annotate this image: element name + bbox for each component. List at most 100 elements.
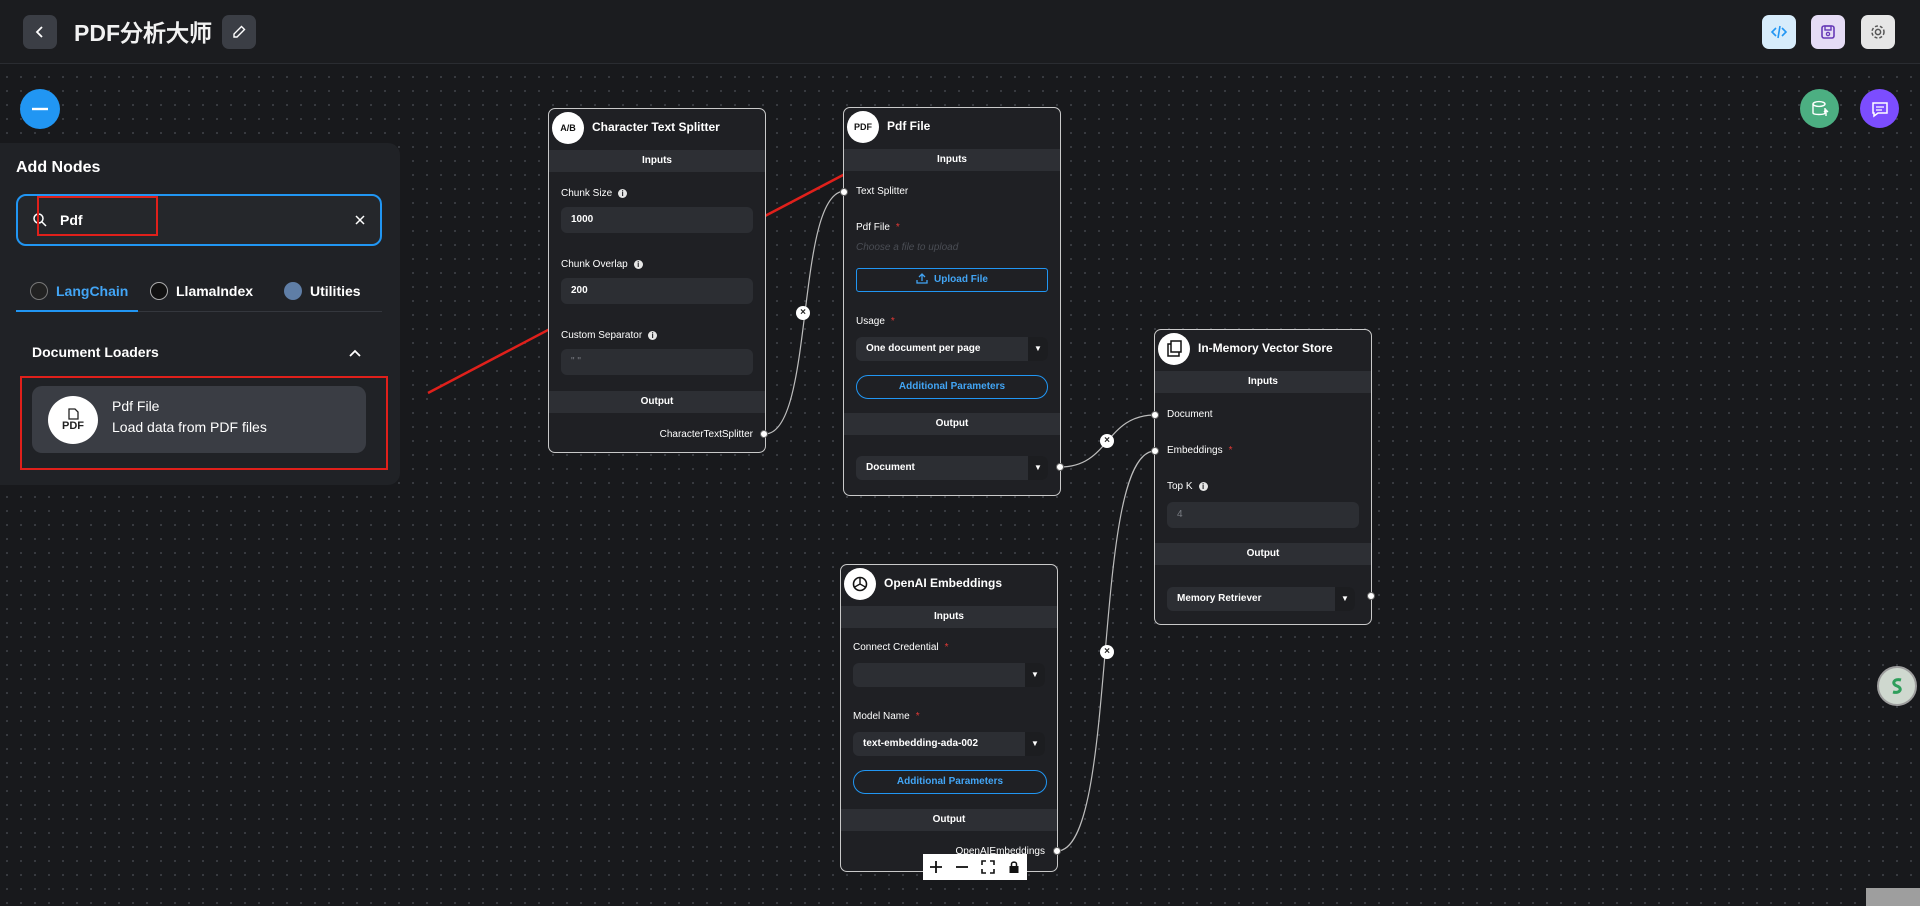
usage-select[interactable]: One document per page ▼ [856, 337, 1048, 361]
chat-button[interactable] [1860, 89, 1899, 128]
top-k-label: Top Ki [1167, 481, 1208, 492]
info-icon: i [618, 189, 628, 198]
inputs-header: Inputs [844, 149, 1060, 171]
output-header: Output [844, 413, 1060, 435]
pdf-file-placeholder: Choose a file to upload [856, 242, 959, 253]
credential-select[interactable]: ▼ [853, 663, 1045, 687]
delete-edge-button[interactable]: × [1100, 434, 1114, 448]
utilities-icon [284, 282, 302, 300]
custom-separator-input[interactable]: " " [561, 349, 753, 375]
pdf-file-label: Pdf File * [856, 222, 900, 233]
dropdown-icon: ▼ [1028, 456, 1048, 480]
tab-utilities-label: Utilities [310, 283, 361, 299]
dropdown-icon: ▼ [1028, 337, 1048, 361]
ab-split-icon: A/B [552, 112, 584, 144]
tab-langchain[interactable]: LangChain [30, 276, 128, 306]
node-pdf-file[interactable]: PDF Pdf File Inputs Text Splitter Pdf Fi… [843, 107, 1061, 496]
save-icon [1821, 25, 1835, 39]
delete-edge-button[interactable]: × [796, 306, 810, 320]
model-name-label: Model Name * [853, 711, 920, 722]
chunk-size-label: Chunk Size i [561, 188, 628, 199]
top-k-input[interactable]: 4 [1167, 502, 1359, 528]
node-title: Pdf File [887, 119, 931, 133]
back-button[interactable] [23, 15, 57, 49]
chunk-overlap-label: Chunk Overlap i [561, 259, 643, 270]
text-splitter-handle[interactable] [840, 188, 848, 196]
tab-langchain-label: LangChain [56, 283, 129, 299]
output-handle[interactable] [1056, 463, 1064, 471]
output-handle[interactable] [1367, 592, 1375, 600]
connect-credential-label: Connect Credential * [853, 642, 949, 653]
langchain-icon [30, 282, 48, 300]
highlight-search-box [37, 196, 158, 236]
chunk-size-input[interactable]: 1000 [561, 207, 753, 233]
dropdown-icon: ▼ [1335, 587, 1355, 611]
collapse-add-nodes-button[interactable] [20, 89, 60, 129]
output-header: Output [1155, 543, 1371, 565]
tab-utilities[interactable]: Utilities [284, 276, 361, 306]
zoom-in-icon[interactable] [929, 860, 943, 874]
output-header: Output [841, 809, 1057, 831]
floating-helper-icon[interactable] [1877, 666, 1917, 706]
lock-icon[interactable] [1007, 860, 1021, 874]
upload-file-button[interactable]: Upload File [856, 268, 1048, 292]
add-nodes-title: Add Nodes [16, 159, 101, 176]
node-title: OpenAI Embeddings [884, 576, 1003, 590]
top-header: PDF分析大师 [0, 0, 1920, 64]
llama-icon [150, 282, 168, 300]
node-openai-embeddings[interactable]: OpenAI Embeddings Inputs Connect Credent… [840, 564, 1058, 872]
inputs-header: Inputs [841, 606, 1057, 628]
chunk-overlap-input[interactable]: 200 [561, 278, 753, 304]
clear-search-icon[interactable] [354, 214, 366, 226]
delete-edge-button[interactable]: × [1100, 645, 1114, 659]
embeddings-label: Embeddings * [1167, 445, 1233, 456]
info-icon: i [648, 331, 658, 340]
chat-icon [1871, 101, 1888, 117]
database-upload-icon [1811, 100, 1828, 116]
edit-title-button[interactable] [222, 15, 256, 49]
output-select[interactable]: Memory Retriever ▼ [1167, 587, 1355, 611]
output-header: Output [549, 391, 765, 413]
embeddings-handle[interactable] [1151, 447, 1159, 455]
output-handle[interactable] [1053, 847, 1061, 855]
node-in-memory-vector-store[interactable]: In-Memory Vector Store Inputs Document E… [1154, 329, 1372, 625]
model-name-select[interactable]: text-embedding-ada-002 ▼ [853, 732, 1045, 756]
canvas-controls [923, 854, 1027, 880]
minimap-corner[interactable] [1866, 888, 1920, 906]
document-handle[interactable] [1151, 411, 1159, 419]
output-handle[interactable] [760, 430, 768, 438]
minus-icon [32, 107, 48, 111]
zoom-out-icon[interactable] [955, 860, 969, 874]
settings-button[interactable] [1861, 15, 1895, 49]
inputs-header: Inputs [549, 150, 765, 172]
tab-llamaindex-label: LlamaIndex [176, 283, 254, 299]
save-chatflow-button[interactable] [1811, 15, 1845, 49]
tab-llamaindex[interactable]: LlamaIndex [150, 276, 253, 306]
output-select[interactable]: Document ▼ [856, 456, 1048, 480]
upsert-vector-button[interactable] [1800, 89, 1839, 128]
info-icon: i [633, 260, 643, 269]
gear-icon [1871, 25, 1885, 39]
chevron-left-icon [35, 26, 43, 38]
node-character-text-splitter[interactable]: A/B Character Text Splitter Inputs Chunk… [548, 108, 766, 453]
additional-parameters-button[interactable]: Additional Parameters [853, 770, 1047, 794]
openai-icon [844, 568, 876, 600]
api-code-button[interactable] [1762, 15, 1796, 49]
code-icon [1770, 25, 1788, 39]
inputs-header: Inputs [1155, 371, 1371, 393]
node-title: Character Text Splitter [592, 120, 720, 134]
text-splitter-label: Text Splitter [856, 186, 909, 197]
category-document-loaders[interactable]: Document Loaders [32, 344, 159, 360]
page-title: PDF分析大师 [74, 20, 212, 46]
dropdown-icon: ▼ [1025, 663, 1045, 687]
upload-icon [916, 273, 928, 284]
node-title: In-Memory Vector Store [1198, 341, 1333, 355]
dropdown-icon: ▼ [1025, 732, 1045, 756]
usage-label: Usage * [856, 316, 895, 327]
chevron-up-icon[interactable] [348, 348, 362, 358]
fit-view-icon[interactable] [981, 860, 995, 874]
vector-store-icon [1158, 333, 1190, 365]
additional-parameters-button[interactable]: Additional Parameters [856, 375, 1048, 399]
document-label: Document [1167, 409, 1213, 420]
output-label: CharacterTextSplitter [659, 429, 753, 440]
